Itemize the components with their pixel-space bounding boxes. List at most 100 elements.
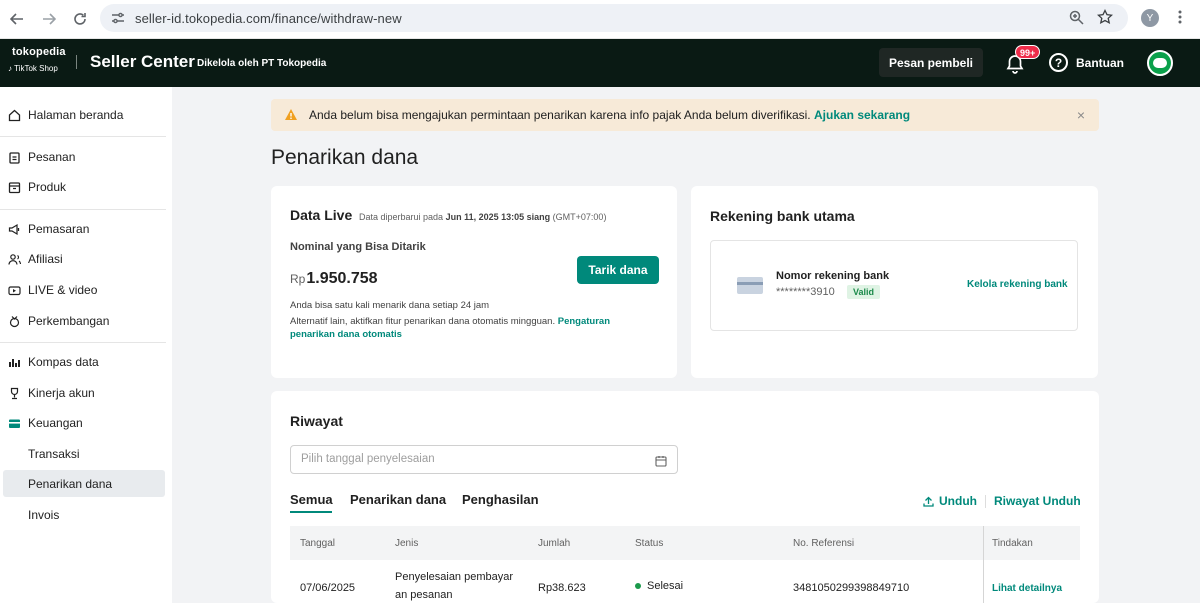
box-icon bbox=[8, 181, 21, 194]
withdraw-button[interactable]: Tarik dana bbox=[577, 256, 659, 284]
sidebar-item-products[interactable]: Produk bbox=[8, 177, 66, 197]
download-history-link[interactable]: Riwayat Unduh bbox=[994, 494, 1081, 508]
tiktok-shop-logo: ♪ TikTok Shop bbox=[8, 64, 58, 73]
sidebar-item-label: Kompas data bbox=[28, 355, 99, 369]
tab-income[interactable]: Penghasilan bbox=[462, 492, 539, 507]
download-divider bbox=[985, 495, 986, 508]
tab-withdrawals[interactable]: Penarikan dana bbox=[350, 492, 446, 507]
wallet-icon bbox=[8, 417, 21, 430]
table-header: Tanggal Jenis Jumlah Status No. Referens… bbox=[290, 526, 1080, 560]
profile-avatar[interactable]: Y bbox=[1141, 9, 1159, 27]
auto-withdraw-note: Alternatif lain, aktifkan fitur penarika… bbox=[290, 316, 611, 327]
bookmark-star-icon[interactable] bbox=[1096, 8, 1114, 30]
action-column-divider bbox=[983, 526, 984, 603]
zoom-icon[interactable] bbox=[1069, 10, 1084, 30]
sidebar-item-label: Keuangan bbox=[28, 416, 83, 430]
people-icon bbox=[8, 253, 21, 266]
notification-badge: 99+ bbox=[1015, 45, 1041, 59]
sidebar-divider bbox=[0, 342, 166, 343]
auto-withdraw-settings-link[interactable]: Pengaturan bbox=[558, 316, 610, 327]
bank-title: Rekening bank utama bbox=[710, 208, 855, 224]
video-icon bbox=[8, 284, 21, 297]
app-header: tokopedia ♪ TikTok Shop Seller Center Di… bbox=[0, 39, 1200, 87]
sidebar-item-affiliate[interactable]: Afiliasi bbox=[8, 249, 63, 269]
sidebar-subitem-withdraw[interactable]: Penarikan dana bbox=[28, 477, 112, 491]
row-reference: 3481050299398849710 bbox=[793, 582, 910, 594]
row-date: 07/06/2025 bbox=[300, 582, 356, 594]
date-placeholder: Pilih tanggal penyelesaian bbox=[301, 453, 435, 465]
sidebar-subitem-invoice[interactable]: Invois bbox=[28, 508, 59, 522]
forward-icon[interactable] bbox=[38, 8, 60, 30]
app-name: Seller Center bbox=[90, 52, 195, 71]
close-icon[interactable]: × bbox=[1077, 107, 1085, 123]
warning-icon bbox=[284, 108, 298, 126]
row-type-line1: Penyelesaian pembayar bbox=[395, 571, 514, 583]
megaphone-icon bbox=[8, 223, 21, 236]
tokopedia-logo[interactable]: tokopedia bbox=[12, 46, 66, 58]
calendar-icon[interactable] bbox=[655, 454, 667, 472]
chart-icon bbox=[8, 356, 21, 369]
history-title: Riwayat bbox=[290, 413, 343, 429]
trophy-icon bbox=[8, 387, 21, 400]
sidebar: Halaman beranda Pesanan Produk Pemasaran… bbox=[0, 87, 172, 603]
help-icon[interactable]: ? bbox=[1049, 53, 1068, 72]
sidebar-item-account-health[interactable]: Kinerja akun bbox=[8, 383, 95, 403]
row-amount: Rp38.623 bbox=[538, 582, 586, 594]
sidebar-item-label: LIVE & video bbox=[28, 283, 98, 297]
history-card: Riwayat Pilih tanggal penyelesaian Semua… bbox=[271, 391, 1099, 603]
row-status: Selesai bbox=[635, 580, 683, 592]
sidebar-item-label: Pemasaran bbox=[28, 222, 90, 236]
valid-badge: Valid bbox=[847, 285, 881, 299]
bank-account-box: Nomor rekening bank ********3910 Valid K… bbox=[710, 240, 1078, 331]
sidebar-item-live-video[interactable]: LIVE & video bbox=[8, 280, 97, 300]
home-icon bbox=[8, 109, 21, 122]
column-header-amount: Jumlah bbox=[538, 538, 571, 549]
live-balance-card: Data Live Data diperbarui pada Jun 11, 2… bbox=[271, 186, 677, 378]
browser-menu-icon[interactable] bbox=[1177, 9, 1183, 30]
column-header-status: Status bbox=[635, 538, 664, 549]
help-label[interactable]: Bantuan bbox=[1076, 56, 1124, 70]
sidebar-item-label: Produk bbox=[28, 180, 67, 194]
primary-bank-card: Rekening bank utama Nomor rekening bank … bbox=[691, 186, 1098, 378]
buyer-chat-button[interactable]: Pesan pembeli bbox=[879, 48, 983, 77]
page-title: Penarikan dana bbox=[271, 146, 419, 169]
address-bar[interactable]: seller-id.tokopedia.com/finance/withdraw… bbox=[100, 4, 1128, 32]
live-updated-text: Data diperbarui pada Jun 11, 2025 13:05 … bbox=[359, 212, 607, 222]
sidebar-item-growth[interactable]: Perkembangan bbox=[8, 311, 109, 331]
sidebar-item-label: Kinerja akun bbox=[28, 386, 95, 400]
manage-bank-link[interactable]: Kelola rekening bank bbox=[967, 279, 1068, 290]
sidebar-item-label: Perkembangan bbox=[28, 314, 110, 328]
row-type-line2: an pesanan bbox=[395, 589, 453, 601]
managed-by-text: Dikelola oleh PT Tokopedia bbox=[197, 58, 327, 69]
tab-all[interactable]: Semua bbox=[290, 492, 333, 507]
view-details-link[interactable]: Lihat detailnya bbox=[992, 583, 1062, 594]
sidebar-item-label: Afiliasi bbox=[28, 252, 63, 266]
column-header-reference: No. Referensi bbox=[793, 538, 855, 549]
column-header-type: Jenis bbox=[395, 538, 419, 549]
sidebar-item-home[interactable]: Halaman beranda bbox=[8, 105, 123, 125]
active-tab-indicator bbox=[290, 511, 332, 513]
sidebar-item-marketing[interactable]: Pemasaran bbox=[8, 219, 89, 239]
settlement-date-picker[interactable]: Pilih tanggal penyelesaian bbox=[290, 445, 678, 474]
alert-message: Anda belum bisa mengajukan permintaan pe… bbox=[309, 108, 911, 122]
column-header-date: Tanggal bbox=[300, 538, 336, 549]
sidebar-item-orders[interactable]: Pesanan bbox=[8, 147, 75, 167]
withdrawable-amount: Rp1.950.758 bbox=[290, 270, 378, 287]
logo-divider bbox=[76, 55, 77, 69]
shop-avatar[interactable] bbox=[1147, 50, 1173, 76]
live-title: Data Live bbox=[290, 207, 353, 223]
apply-now-link[interactable]: Ajukan sekarang bbox=[814, 108, 910, 122]
tax-alert-banner: Anda belum bisa mengajukan permintaan pe… bbox=[271, 99, 1099, 131]
site-settings-icon[interactable] bbox=[111, 11, 125, 30]
withdrawable-label: Nominal yang Bisa Ditarik bbox=[290, 241, 426, 253]
bank-account-number: ********3910 bbox=[776, 286, 835, 298]
sidebar-subitem-transactions[interactable]: Transaksi bbox=[28, 447, 80, 461]
sidebar-item-label: Pesanan bbox=[28, 150, 76, 164]
sidebar-item-data-compass[interactable]: Kompas data bbox=[8, 352, 99, 372]
back-icon[interactable] bbox=[6, 8, 28, 30]
sidebar-item-label: Halaman beranda bbox=[28, 108, 124, 122]
download-button[interactable]: Unduh bbox=[923, 494, 977, 508]
sidebar-item-finance[interactable]: Keuangan bbox=[8, 413, 83, 433]
reload-icon[interactable] bbox=[69, 8, 91, 30]
auto-withdraw-settings-link-2[interactable]: penarikan dana otomatis bbox=[290, 329, 402, 340]
